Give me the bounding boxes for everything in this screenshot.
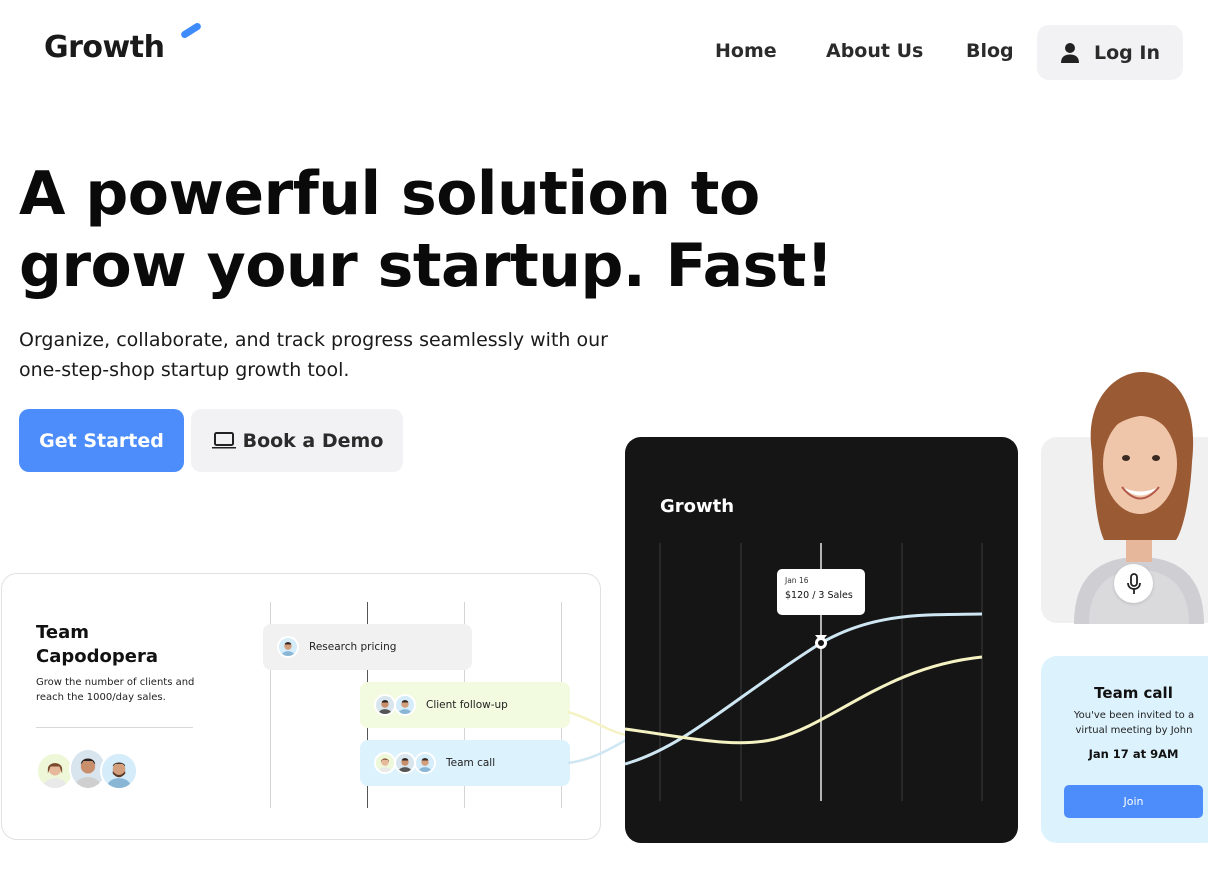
team-call-card: Team call You've been invited to a virtu… [1041,656,1208,843]
avatar [374,694,396,716]
book-demo-button[interactable]: Book a Demo [191,409,403,472]
chart-tooltip: Jan 16 $120 / 3 Sales [777,569,865,615]
team-card: Team Capodopera Grow the number of clien… [1,573,601,840]
task-label: Team call [446,757,496,769]
nav-home[interactable]: Home [715,40,777,62]
logo-accent-mark [179,21,203,40]
call-description: You've been invited to a virtual meeting… [1073,710,1195,736]
team-description: Grow the number of clients and reach the… [36,677,195,703]
team-title: Team Capodopera [36,622,158,667]
login-button[interactable]: Log In [1037,25,1183,80]
task-team-call[interactable]: Team call [360,740,570,786]
avatar [394,752,416,774]
logo[interactable]: Growth [44,30,165,65]
laptop-icon [211,431,236,448]
growth-title: Growth [660,496,735,517]
task-label: Research pricing [309,641,397,653]
tooltip-date: Jan 16 [785,576,809,585]
call-title: Team call [1094,684,1173,702]
nav-about-us[interactable]: About Us [826,40,923,62]
divider [36,727,193,728]
login-label: Log In [1094,41,1160,64]
task-client-follow-up[interactable]: Client follow-up [360,682,570,728]
hero-subtext: Organize, collaborate, and track progres… [19,329,608,381]
hero-headline: A powerful solution to grow your startup… [19,159,833,301]
avatar [414,752,436,774]
task-research-pricing[interactable]: Research pricing [263,624,472,670]
series-line-yellow [625,655,983,745]
growth-chart-card: Growth Jan 16 $120 / 3 Sales [625,437,1018,843]
mic-icon [1126,572,1141,594]
connector-curves [567,710,627,765]
avatar [374,752,396,774]
tooltip-value: $120 / 3 Sales [785,590,853,601]
user-icon [1061,42,1079,63]
avatar [394,694,416,716]
avatar [277,636,299,658]
call-time: Jan 17 at 9AM [1088,747,1179,761]
task-label: Client follow-up [426,699,508,711]
avatar [100,752,138,790]
get-started-button[interactable]: Get Started [19,409,184,472]
book-demo-label: Book a Demo [242,429,384,452]
mic-button[interactable] [1114,564,1153,603]
series-line-blue [625,612,983,766]
nav-blog[interactable]: Blog [966,40,1014,62]
join-button[interactable]: Join [1064,785,1203,818]
